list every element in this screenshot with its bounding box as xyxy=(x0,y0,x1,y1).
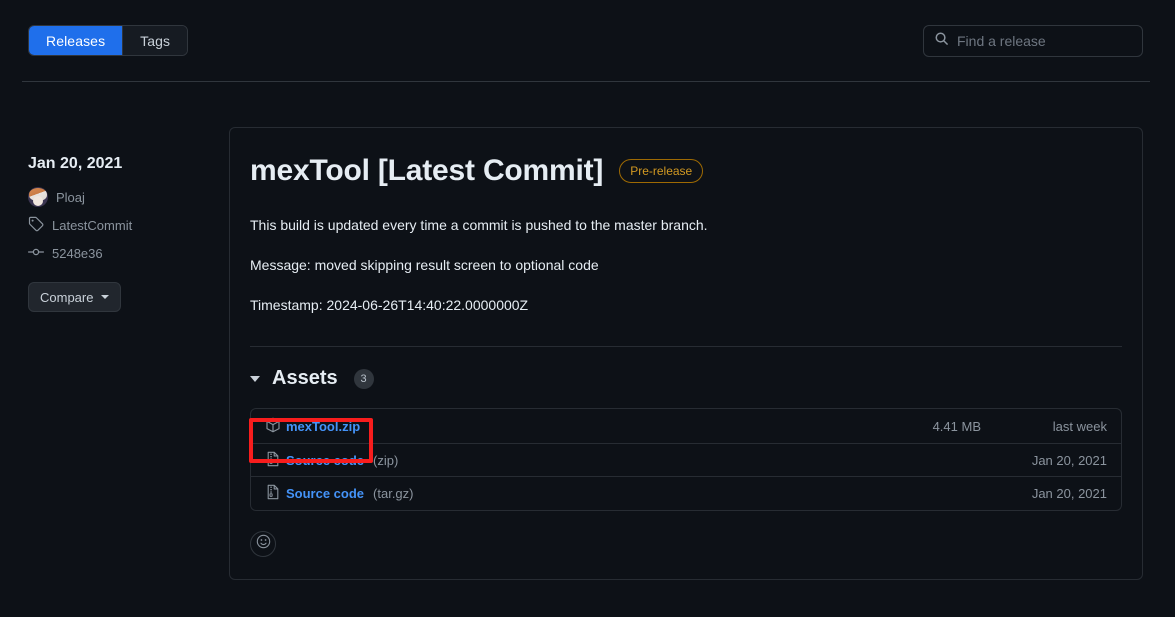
header-divider xyxy=(22,81,1150,82)
tag-icon xyxy=(28,216,44,235)
file-zip-icon xyxy=(265,484,281,503)
asset-link-source-targz[interactable]: Source code xyxy=(286,486,364,501)
table-row[interactable]: mexTool.zip 4.41 MB last week xyxy=(251,409,1121,444)
file-zip-icon xyxy=(265,451,281,470)
release-paragraph-1: This build is updated every time a commi… xyxy=(250,217,708,233)
release-header: mexTool [Latest Commit] Pre-release xyxy=(250,153,1122,189)
asset-date: Jan 20, 2021 xyxy=(1031,486,1107,501)
release-tabs: Releases Tags xyxy=(28,25,189,56)
compare-button-label: Compare xyxy=(40,289,94,305)
table-row[interactable]: Source code (tar.gz) Jan 20, 2021 xyxy=(251,477,1121,510)
assets-toggle[interactable]: Assets 3 xyxy=(250,367,1122,390)
release-sidebar: Jan 20, 2021 Ploaj LatestCommit 5248e36 … xyxy=(27,152,213,312)
release-author[interactable]: Ploaj xyxy=(28,186,213,208)
asset-name-cell: Source code (zip) xyxy=(265,451,827,470)
search-input[interactable] xyxy=(957,33,1138,49)
add-reaction-button[interactable] xyxy=(250,531,276,557)
assets-count-badge: 3 xyxy=(353,368,374,389)
package-icon xyxy=(265,417,281,436)
tab-releases[interactable]: Releases xyxy=(29,26,124,55)
top-bar: Releases Tags xyxy=(0,0,1175,82)
commit-sha: 5248e36 xyxy=(52,245,103,261)
reactions-area xyxy=(230,531,1142,579)
tab-tags[interactable]: Tags xyxy=(123,26,188,55)
releases-page: Releases Tags Jan 20, 2021 Ploaj xyxy=(0,0,1175,617)
asset-link-mextool-zip[interactable]: mexTool.zip xyxy=(286,419,360,434)
asset-date: last week xyxy=(1052,418,1107,434)
search-icon xyxy=(934,31,949,51)
asset-link-source-zip[interactable]: Source code xyxy=(286,453,364,468)
table-row[interactable]: Source code (zip) Jan 20, 2021 xyxy=(251,444,1121,477)
git-commit-icon xyxy=(27,244,45,263)
release-commit[interactable]: 5248e36 xyxy=(27,242,213,264)
compare-button[interactable]: Compare xyxy=(28,282,122,312)
assets-table: mexTool.zip 4.41 MB last week Source cod… xyxy=(250,408,1122,511)
chevron-down-icon xyxy=(101,295,110,299)
release-date: Jan 20, 2021 xyxy=(28,155,123,172)
smiley-icon xyxy=(256,534,271,554)
prerelease-badge: Pre-release xyxy=(619,159,704,183)
tab-tags-label: Tags xyxy=(140,32,171,49)
release-card: mexTool [Latest Commit] Pre-release This… xyxy=(229,127,1143,580)
asset-date: Jan 20, 2021 xyxy=(1031,452,1107,468)
assets-section: Assets 3 mexTool.zip 4.41 MB last week S… xyxy=(230,347,1142,531)
asset-name-cell: mexTool.zip xyxy=(265,417,827,436)
release-search[interactable] xyxy=(923,25,1143,57)
assets-heading: Assets xyxy=(272,367,338,389)
asset-name-cell: Source code (tar.gz) xyxy=(265,484,827,503)
release-tag[interactable]: LatestCommit xyxy=(28,214,213,236)
release-paragraph-3: Timestamp: 2024-06-26T14:40:22.0000000Z xyxy=(250,297,529,313)
release-body: mexTool [Latest Commit] Pre-release This… xyxy=(230,128,1142,347)
release-title: mexTool [Latest Commit] xyxy=(250,154,604,187)
avatar xyxy=(28,187,48,207)
asset-suffix: (zip) xyxy=(373,452,399,468)
release-paragraph-2: Message: moved skipping result screen to… xyxy=(250,257,599,273)
tag-label: LatestCommit xyxy=(52,217,133,233)
tab-releases-label: Releases xyxy=(46,32,106,49)
author-name: Ploaj xyxy=(56,189,85,205)
asset-size: 4.41 MB xyxy=(932,418,981,434)
asset-suffix: (tar.gz) xyxy=(373,486,414,501)
triangle-down-icon xyxy=(250,375,260,382)
